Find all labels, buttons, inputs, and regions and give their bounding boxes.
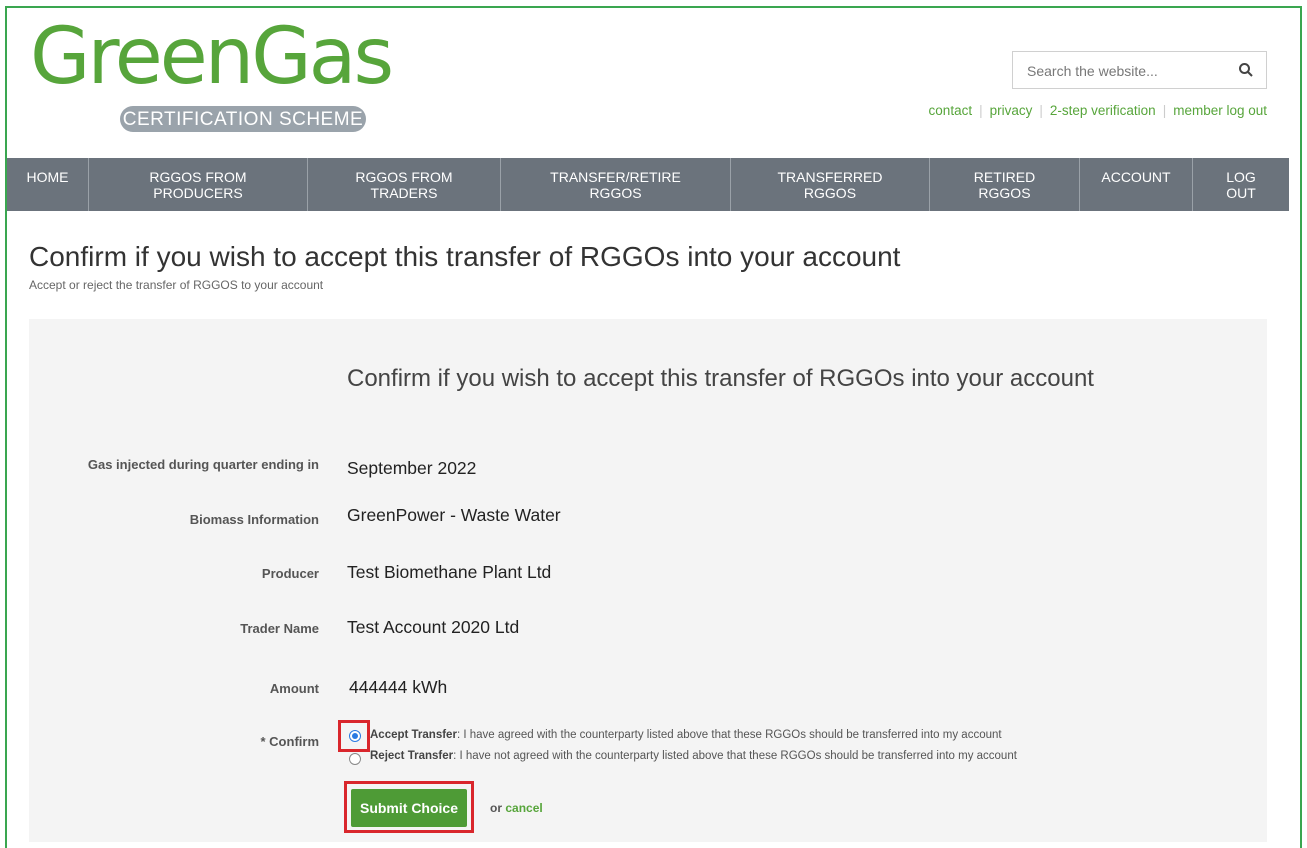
member-logout-link[interactable]: member log out (1173, 103, 1267, 118)
search-input[interactable] (1025, 60, 1229, 82)
greengas-logo[interactable]: GreenGas CERTIFICATION SCHEME (30, 12, 470, 132)
two-step-verification-link[interactable]: 2-step verification (1050, 103, 1156, 118)
logo-tagline: CERTIFICATION SCHEME (122, 109, 364, 130)
biomass-value: GreenPower - Waste Water (347, 505, 561, 525)
amount-value: 444444 kWh (349, 677, 448, 697)
nav-item-retired-rggos[interactable]: RETIRED RGGOS (930, 158, 1080, 211)
main-nav: HOME RGGOS FROM PRODUCERS RGGOS FROM TRADE… (7, 158, 1289, 211)
form-title: Confirm if you wish to accept this trans… (347, 365, 1094, 392)
nav-item-home[interactable]: HOME (7, 158, 89, 211)
amount-label: Amount (269, 681, 319, 696)
transfer-form-panel (29, 319, 1267, 842)
trader-name-value: Test Account 2020 Ltd (347, 617, 520, 637)
reject-transfer-title: Reject Transfer (370, 750, 454, 762)
page-subtitle: Accept or reject the transfer of RGGOS t… (29, 278, 324, 292)
quarter-label: Gas injected during quarter ending in (87, 457, 319, 472)
nav-item-rggos-from-producers[interactable]: RGGOS FROM PRODUCERS (89, 158, 308, 211)
confirm-label: * Confirm (260, 734, 320, 749)
nav-item-rggos-from-traders[interactable]: RGGOS FROM TRADERS (308, 158, 501, 211)
submit-choice-button[interactable]: Submit Choice (351, 789, 467, 827)
or-text: or (490, 801, 506, 815)
quarter-value: September 2022 (347, 458, 477, 478)
accept-transfer-title: Accept Transfer (370, 729, 457, 741)
accept-transfer-desc: : I have agreed with the counterparty li… (456, 729, 1002, 741)
nav-item-transfer-retire-rggos[interactable]: TRANSFER/RETIRE RGGOS (501, 158, 731, 211)
or-cancel: or cancel (490, 801, 543, 815)
privacy-link[interactable]: privacy (990, 103, 1033, 118)
nav-item-account[interactable]: ACCOUNT (1080, 158, 1193, 211)
nav-item-transferred-rggos[interactable]: TRANSFERRED RGGOS (731, 158, 930, 211)
reject-transfer-radio[interactable] (349, 753, 361, 765)
accept-transfer-radio[interactable] (349, 730, 361, 742)
accept-transfer-text[interactable]: Accept Transfer: I have agreed with the … (370, 729, 1002, 741)
biomass-label: Biomass Information (189, 512, 319, 527)
search-icon[interactable] (1238, 62, 1254, 78)
page-title: Confirm if you wish to accept this trans… (29, 241, 901, 272)
trader-name-label: Trader Name (240, 621, 319, 636)
cancel-link[interactable]: cancel (505, 801, 542, 815)
producer-label: Producer (261, 566, 319, 581)
reject-transfer-desc: : I have not agreed with the counterpart… (453, 750, 1017, 762)
top-links: contact | privacy | 2-step verification | memb… (928, 103, 1267, 118)
reject-transfer-text[interactable]: Reject Transfer: I have not agreed with … (370, 750, 1017, 762)
nav-item-log-out[interactable]: LOG OUT (1193, 158, 1289, 211)
contact-link[interactable]: contact (929, 103, 973, 118)
producer-value: Test Biomethane Plant Ltd (347, 562, 552, 582)
logo-wordmark: GreenGas (30, 12, 394, 102)
logo-tagline-pill: CERTIFICATION SCHEME (120, 106, 366, 132)
search-box (1012, 51, 1267, 89)
